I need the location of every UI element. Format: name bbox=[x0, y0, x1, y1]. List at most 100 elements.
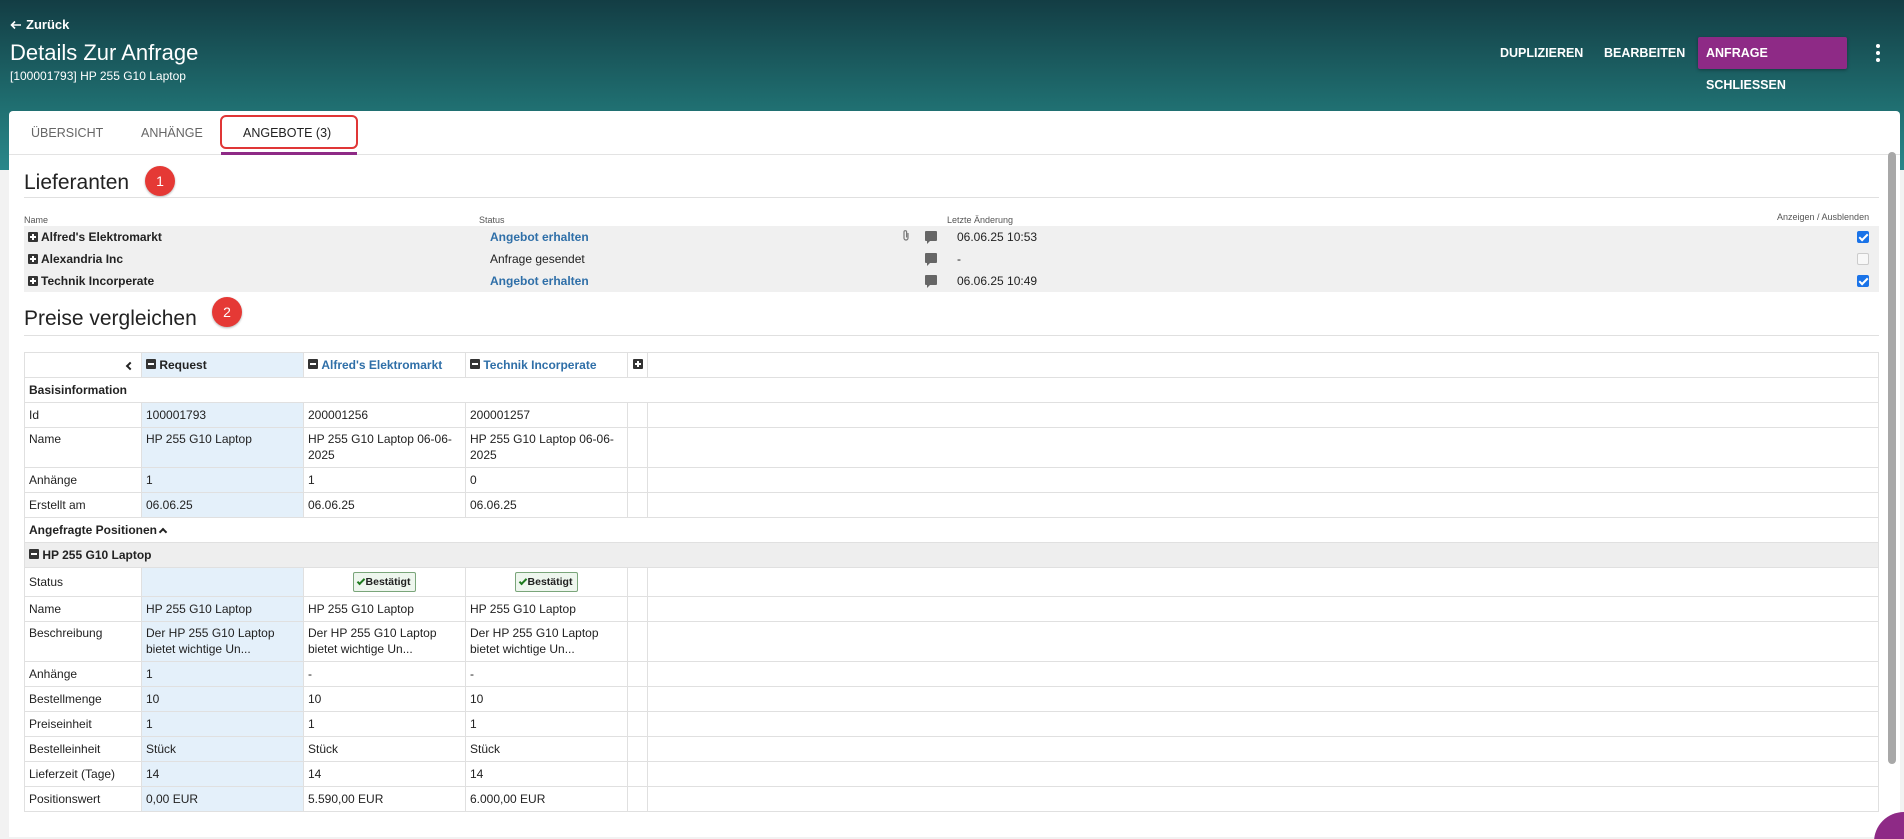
table-row: Status Bestätigt Bestätigt bbox=[24, 567, 1879, 597]
supplier-status: Anfrage gesendet bbox=[490, 252, 585, 266]
compare-divider bbox=[24, 335, 1879, 336]
vertical-scrollbar[interactable] bbox=[1888, 152, 1896, 764]
row-label: Id bbox=[24, 402, 142, 428]
cell-supplier: HP 255 G10 Laptop bbox=[303, 596, 466, 622]
section-row: Angefragte Positionen bbox=[24, 517, 1879, 543]
cell-supplier: 6.000,00 EUR bbox=[465, 786, 628, 812]
row-label: Erstellt am bbox=[24, 492, 142, 518]
cell-request: 14 bbox=[141, 761, 304, 787]
paperclip-icon[interactable] bbox=[902, 229, 910, 245]
cell-supplier: - bbox=[303, 661, 466, 687]
back-link[interactable]: Zurück bbox=[10, 17, 69, 32]
col-toggle-header: Anzeigen / Ausblenden bbox=[1777, 212, 1870, 222]
supplier-visible-checkbox[interactable] bbox=[1857, 231, 1869, 243]
collapse-minus-icon[interactable] bbox=[146, 359, 156, 369]
price-compare-table: Request Alfred's Elektromarkt Technik In… bbox=[24, 352, 1879, 812]
col-last-change-header: Letzte Änderung bbox=[947, 215, 1014, 225]
collapse-minus-icon[interactable] bbox=[29, 549, 39, 559]
duplicate-button[interactable]: DUPLIZIEREN bbox=[1492, 37, 1591, 69]
cell-supplier: Der HP 255 G10 Laptop bietet wichtige Un… bbox=[465, 621, 628, 662]
back-label: Zurück bbox=[26, 17, 70, 32]
supplier-name: Alfred's Elektromarkt bbox=[41, 230, 162, 244]
cell-supplier: - bbox=[465, 661, 628, 687]
section-basis-label: Basisinformation bbox=[24, 377, 1879, 403]
cell-request: HP 255 G10 Laptop bbox=[141, 596, 304, 622]
cell-supplier: 06.06.25 bbox=[303, 492, 466, 518]
row-label: Beschreibung bbox=[24, 621, 142, 662]
row-label: Name bbox=[24, 427, 142, 468]
cell-request: Stück bbox=[141, 736, 304, 762]
row-label: Positionswert bbox=[24, 786, 142, 812]
cell-supplier: 10 bbox=[465, 686, 628, 712]
table-row: Bestelleinheit Stück Stück Stück bbox=[24, 736, 1879, 762]
supplier-visible-checkbox[interactable] bbox=[1857, 253, 1869, 265]
cell-supplier: 06.06.25 bbox=[465, 492, 628, 518]
table-row: Preiseinheit 1 1 1 bbox=[24, 711, 1879, 737]
table-row: Beschreibung Der HP 255 G10 Laptop biete… bbox=[24, 621, 1879, 662]
tab-bar: ÜBERSICHT ANHÄNGE ANGEBOTE (3) bbox=[9, 111, 1900, 155]
row-label: Status bbox=[24, 567, 142, 597]
request-card: ÜBERSICHT ANHÄNGE ANGEBOTE (3) Lieferant… bbox=[9, 111, 1900, 837]
expand-plus-icon[interactable] bbox=[28, 276, 38, 286]
cell-request: 1 bbox=[141, 711, 304, 737]
tab-highlight-box bbox=[220, 115, 358, 149]
comment-icon[interactable] bbox=[925, 231, 937, 244]
edit-button[interactable]: BEARBEITEN bbox=[1596, 37, 1693, 69]
cell-request: 100001793 bbox=[141, 402, 304, 428]
supplier-status-link[interactable]: Angebot erhalten bbox=[490, 230, 589, 244]
table-row: Id 100001793 200001256 200001257 bbox=[24, 402, 1879, 428]
cell-supplier: 10 bbox=[303, 686, 466, 712]
supplier-status-link[interactable]: Angebot erhalten bbox=[490, 274, 589, 288]
section-row: Basisinformation bbox=[24, 377, 1879, 403]
supplier-row: Alfred's Elektromarkt Angebot erhalten 0… bbox=[24, 226, 1879, 248]
cell-supplier: 1 bbox=[303, 467, 466, 493]
table-row: Erstellt am 06.06.25 06.06.25 06.06.25 bbox=[24, 492, 1879, 518]
add-column-icon[interactable] bbox=[632, 359, 643, 369]
tab-attachments[interactable]: ANHÄNGE bbox=[141, 111, 203, 155]
supplier-name: Alexandria Inc bbox=[41, 252, 124, 266]
annotation-badge-2: 2 bbox=[212, 297, 242, 327]
supplier-last-change: - bbox=[957, 252, 961, 266]
row-label: Anhänge bbox=[24, 661, 142, 687]
more-menu-icon[interactable] bbox=[1868, 38, 1888, 68]
table-row: Positionswert 0,00 EUR 5.590,00 EUR 6.00… bbox=[24, 786, 1879, 812]
cell-supplier: 14 bbox=[303, 761, 466, 787]
row-label: Bestellmenge bbox=[24, 686, 142, 712]
cell-request: Der HP 255 G10 Laptop bietet wichtige Un… bbox=[141, 621, 304, 662]
tab-overview[interactable]: ÜBERSICHT bbox=[31, 111, 103, 155]
chevron-left-icon[interactable] bbox=[125, 361, 135, 371]
row-label: Preiseinheit bbox=[24, 711, 142, 737]
comment-icon[interactable] bbox=[925, 253, 937, 266]
collapse-minus-icon[interactable] bbox=[470, 359, 480, 369]
supplier-name: Technik Incorperate bbox=[41, 274, 155, 288]
supplier-last-change: 06.06.25 10:49 bbox=[957, 274, 1038, 288]
supplier-last-change: 06.06.25 10:53 bbox=[957, 230, 1038, 244]
page-title: Details Zur Anfrage bbox=[10, 40, 199, 65]
cell-request: 0,00 EUR bbox=[141, 786, 304, 812]
cell-supplier: Stück bbox=[465, 736, 628, 762]
col-name-header: Name bbox=[24, 215, 49, 225]
cell-supplier: 200001257 bbox=[465, 402, 628, 428]
col-status-header: Status bbox=[479, 215, 505, 225]
cell-supplier: HP 255 G10 Laptop 06-06-2025 bbox=[303, 427, 466, 468]
supplier-column-header[interactable]: Technik Incorperate bbox=[483, 358, 596, 372]
cell-supplier: HP 255 G10 Laptop bbox=[465, 596, 628, 622]
close-request-button[interactable]: ANFRAGE SCHLIESSEN bbox=[1698, 37, 1847, 92]
table-row: Bestellmenge 10 10 10 bbox=[24, 686, 1879, 712]
expand-plus-icon[interactable] bbox=[28, 232, 38, 242]
supplier-column-header[interactable]: Alfred's Elektromarkt bbox=[321, 358, 442, 372]
cell-supplier: 14 bbox=[465, 761, 628, 787]
table-row: Lieferzeit (Tage) 14 14 14 bbox=[24, 761, 1879, 787]
row-label: Anhänge bbox=[24, 467, 142, 493]
cell-request: 06.06.25 bbox=[141, 492, 304, 518]
collapse-minus-icon[interactable] bbox=[308, 359, 318, 369]
supplier-visible-checkbox[interactable] bbox=[1857, 275, 1869, 287]
active-tab-indicator bbox=[221, 152, 357, 155]
comment-icon[interactable] bbox=[925, 275, 937, 288]
cell-supplier: HP 255 G10 Laptop 06-06-2025 bbox=[465, 427, 628, 468]
cell-request: 10 bbox=[141, 686, 304, 712]
expand-plus-icon[interactable] bbox=[28, 254, 38, 264]
section-positions-label: Angefragte Positionen bbox=[29, 523, 158, 537]
chevron-up-icon[interactable] bbox=[158, 527, 168, 537]
annotation-badge-1: 1 bbox=[145, 166, 175, 196]
